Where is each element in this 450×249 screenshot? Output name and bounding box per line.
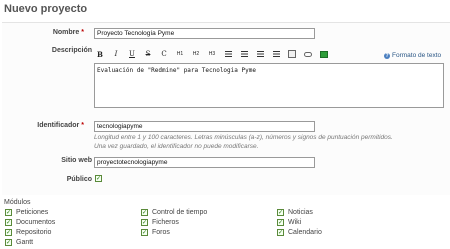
module-gantt[interactable]: ✓ Gantt	[5, 239, 33, 246]
description-textarea[interactable]: Evaluación de "Redmine" para Tecnologia …	[94, 63, 444, 108]
checkbox-icon[interactable]: ✓	[5, 229, 12, 236]
heading2-button[interactable]: H2	[190, 48, 202, 60]
description-label: Descripción	[51, 47, 92, 54]
identifier-note-line2: Una vez guardado, el identificador no pu…	[94, 143, 259, 150]
module-issues[interactable]: ✓ Peticiones	[5, 209, 48, 216]
module-wiki[interactable]: ✓ Wiki	[277, 219, 301, 226]
checkbox-icon[interactable]: ✓	[5, 209, 12, 216]
identifier-note-line1: Longitud entre 1 y 100 caracteres. Letra…	[94, 134, 393, 141]
unordered-list-icon[interactable]	[222, 48, 234, 60]
checkbox-icon[interactable]: ✓	[141, 219, 148, 226]
help-icon: ?	[384, 52, 390, 59]
website-input[interactable]: proyectotecnologiapyme	[94, 157, 315, 168]
checkbox-icon[interactable]: ✓	[5, 219, 12, 226]
code-button[interactable]: C	[158, 48, 170, 60]
public-checkbox[interactable]: ✓	[95, 175, 102, 182]
module-files[interactable]: ✓ Ficheros	[141, 219, 179, 226]
module-time-tracking[interactable]: ✓ Control de tiempo	[141, 209, 207, 216]
checkbox-icon[interactable]: ✓	[141, 229, 148, 236]
checkbox-icon[interactable]: ✓	[277, 209, 284, 216]
link-icon[interactable]	[302, 48, 314, 60]
identifier-input[interactable]: tecnologiapyme	[94, 121, 315, 132]
wiki-toolbar: B I U S C H1 H2 H3	[94, 47, 334, 61]
module-forums[interactable]: ✓ Foros	[141, 229, 170, 236]
underline-button[interactable]: U	[126, 48, 138, 60]
strikethrough-button[interactable]: S	[142, 48, 154, 60]
module-news[interactable]: ✓ Noticias	[277, 209, 313, 216]
text-format-help-link[interactable]: ? Formato de texto	[384, 52, 441, 59]
name-label: Nombre *	[52, 29, 84, 36]
checkbox-icon[interactable]: ✓	[277, 219, 284, 226]
page-title: Nuevo proyecto	[4, 3, 88, 15]
identifier-label: Identificador *	[37, 122, 84, 129]
public-label: Público	[66, 176, 92, 183]
name-input[interactable]: Proyecto Tecnología Pyme	[94, 28, 315, 39]
heading3-button[interactable]: H3	[206, 48, 218, 60]
image-icon[interactable]	[318, 48, 330, 60]
checkbox-icon[interactable]: ✓	[277, 229, 284, 236]
modules-title: Módulos	[4, 199, 31, 206]
unquote-icon[interactable]	[270, 48, 282, 60]
italic-button[interactable]: I	[110, 48, 122, 60]
checkbox-icon[interactable]: ✓	[141, 209, 148, 216]
heading1-button[interactable]: H1	[174, 48, 186, 60]
checkbox-icon[interactable]: ✓	[5, 239, 12, 246]
preformatted-icon[interactable]	[286, 48, 298, 60]
bold-button[interactable]: B	[94, 48, 106, 60]
blockquote-icon[interactable]	[254, 48, 266, 60]
module-calendar[interactable]: ✓ Calendario	[277, 229, 322, 236]
module-documents[interactable]: ✓ Documentos	[5, 219, 55, 226]
website-label: Sitio web	[61, 157, 92, 164]
ordered-list-icon[interactable]	[238, 48, 250, 60]
module-repository[interactable]: ✓ Repositorio	[5, 229, 51, 236]
